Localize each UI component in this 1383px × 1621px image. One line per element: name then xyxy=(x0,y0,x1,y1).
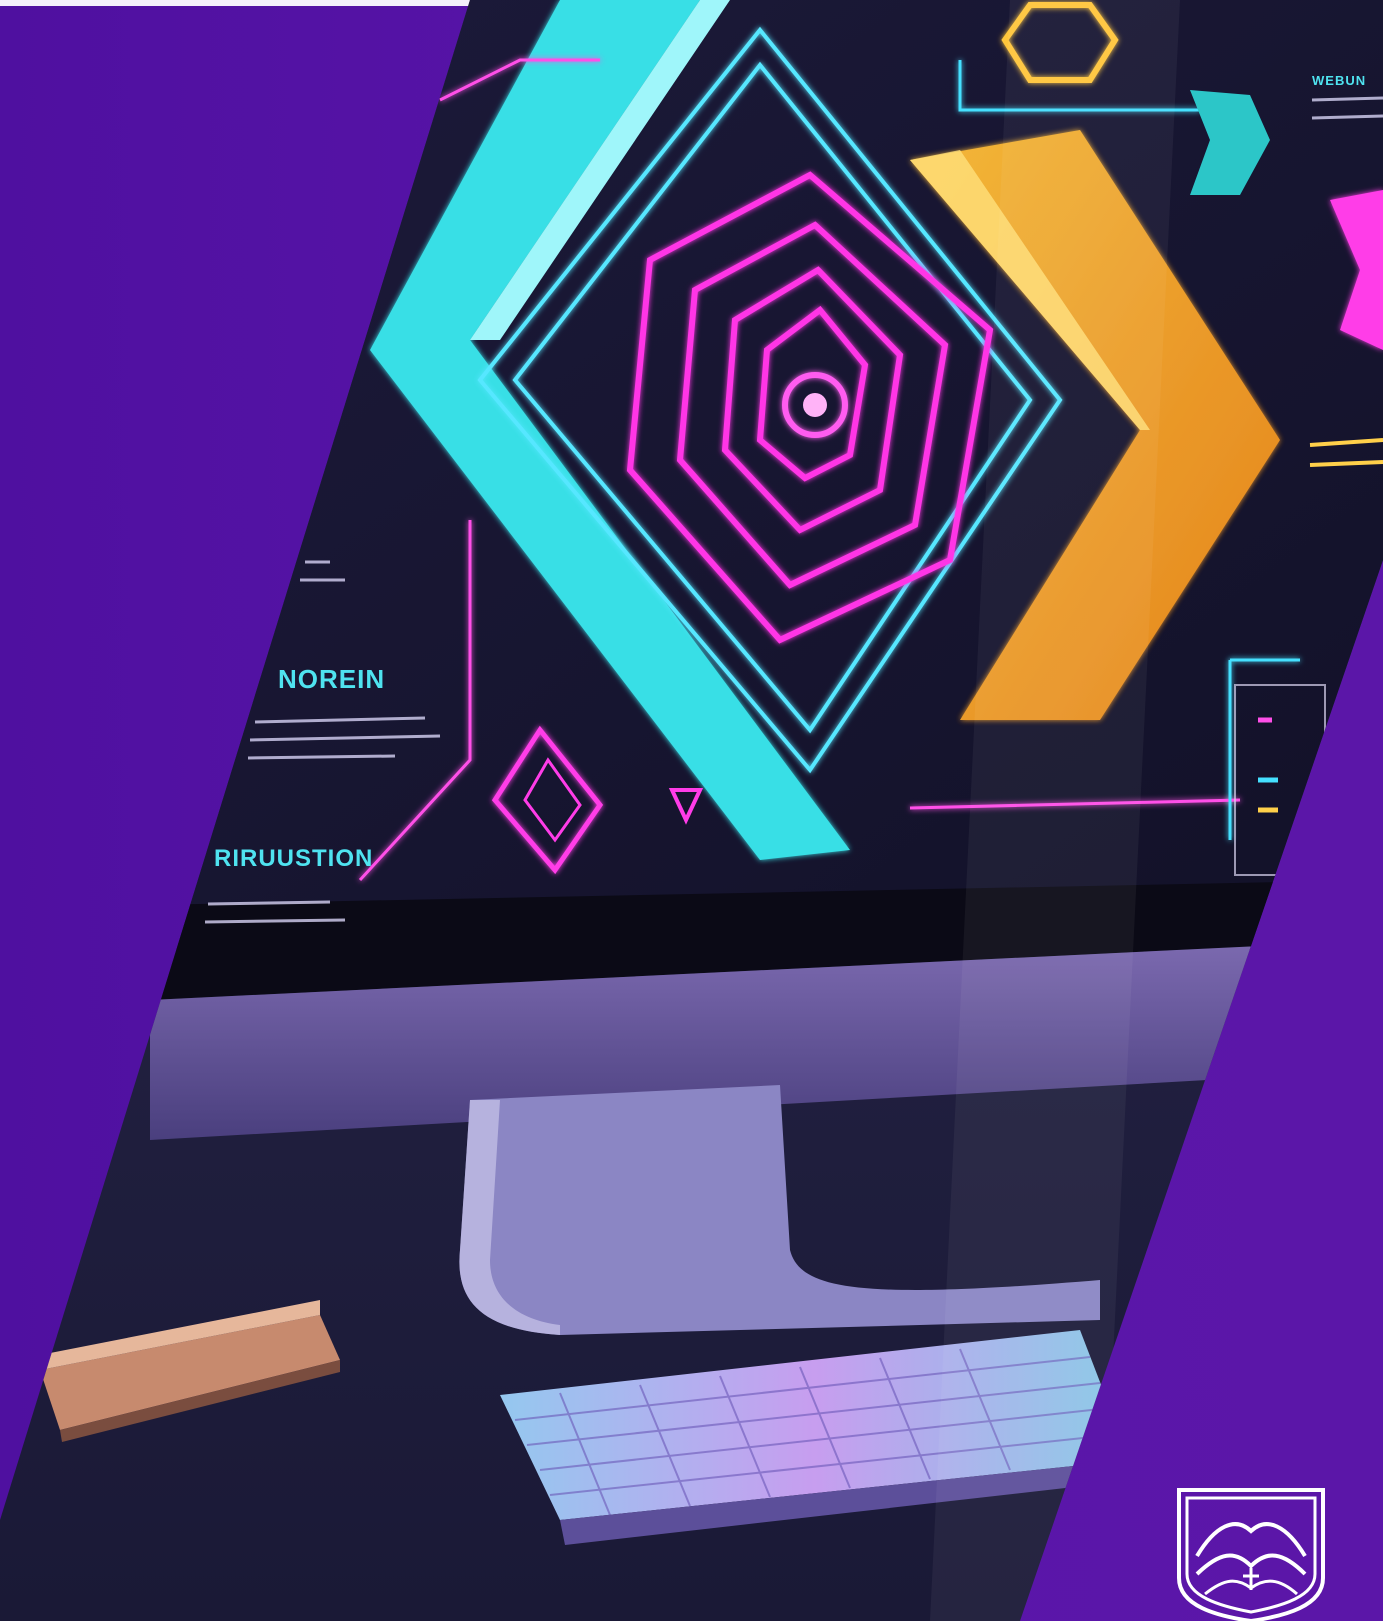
desk-computer-illustration: NOREIN RIRUUSTION WEBUN xyxy=(0,0,1383,1621)
crest-icon xyxy=(1177,1488,1325,1621)
hero-banner: NOREIN RIRUUSTION WEBUN xyxy=(0,0,1383,1621)
screen-heading-1: NOREIN xyxy=(278,664,385,694)
screen-tag: WEBUN xyxy=(1312,73,1366,88)
screen-heading-2: RIRUUSTION xyxy=(214,845,373,872)
